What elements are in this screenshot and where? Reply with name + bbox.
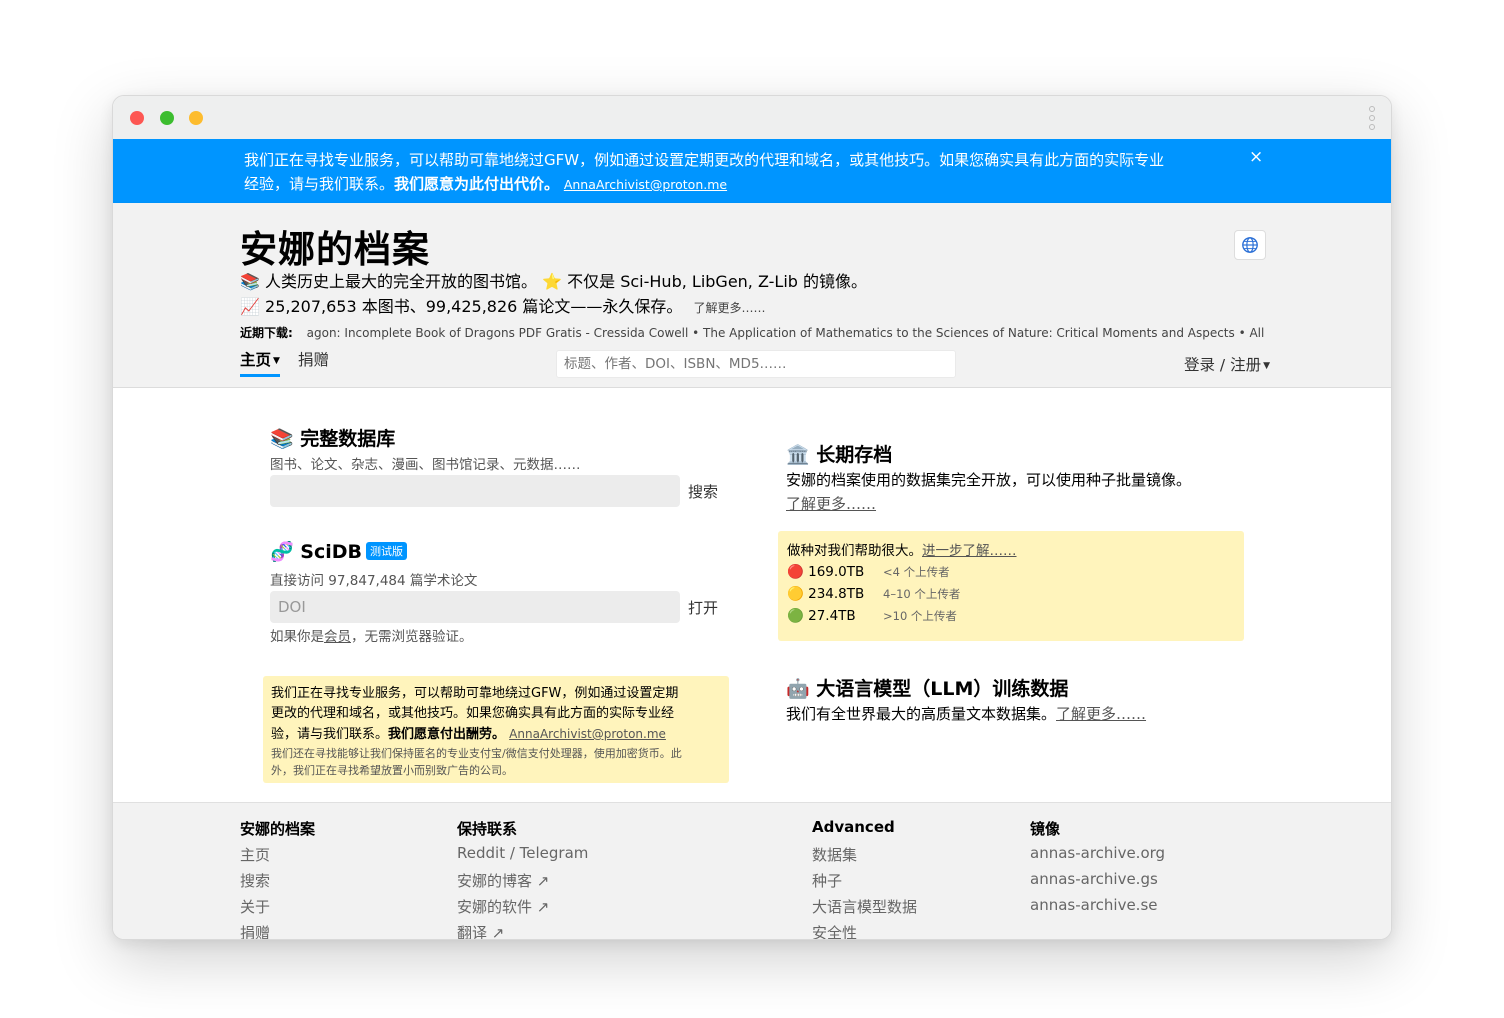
footer-col-title: 镜像 xyxy=(1030,820,1061,838)
star-icon: ⭐️ xyxy=(542,272,563,291)
footer-link-mirror-se[interactable]: annas-archive.se xyxy=(1030,896,1165,922)
recent-downloads: 近期下载: agon: Incomplete Book of Dragons P… xyxy=(240,324,1275,341)
recent-downloads-label: 近期下载: xyxy=(240,326,293,340)
site-header: 安娜的档案 📚 人类历史上最大的完全开放的图书馆。 ⭐️ 不仅是 Sci-Hub… xyxy=(113,203,1391,388)
footer-link-torrents[interactable]: 种子 xyxy=(812,870,917,896)
archive-learn-more-link[interactable]: 了解更多…… xyxy=(786,493,876,514)
beta-badge: 测试版 xyxy=(366,542,408,560)
footer-link-software[interactable]: 安娜的软件 ↗ xyxy=(457,896,588,922)
tagline-2: 📈 25,207,653 本图书、99,425,826 篇论文——永久保存。 了… xyxy=(240,297,766,316)
footer-link-datasets[interactable]: 数据集 xyxy=(812,844,917,870)
footer-link-security[interactable]: 安全性 xyxy=(812,922,917,939)
footer-col-title: 保持联系 xyxy=(457,820,518,838)
scidb-title: 🧬 SciDB 测试版 xyxy=(270,540,408,563)
window-menu-icon[interactable] xyxy=(1369,106,1377,130)
gfw-banner: 我们正在寻找专业服务，可以帮助可靠地绕过GFW，例如通过设置定期更改的代理和域名… xyxy=(113,139,1391,203)
classical-building-icon: 🏛️ xyxy=(786,444,810,466)
footer-link-mirror-org[interactable]: annas-archive.org xyxy=(1030,844,1165,870)
full-db-search-input[interactable] xyxy=(270,475,680,507)
footer-link-mirror-gs[interactable]: annas-archive.gs xyxy=(1030,870,1165,896)
llm-learn-more-link[interactable]: 了解更多…… xyxy=(1056,705,1146,723)
header-search-input[interactable] xyxy=(556,350,956,378)
banner-email-link[interactable]: AnnaArchivist@proton.me xyxy=(564,177,727,192)
red-circle-icon: 🔴 xyxy=(787,564,804,580)
chart-up-icon: 📈 xyxy=(240,297,260,316)
banner-close-icon[interactable]: × xyxy=(1249,147,1263,167)
maximize-window-icon[interactable] xyxy=(160,111,174,125)
gfw-notice-small: 我们还在寻找能够让我们保持匿名的专业支付宝/微信支付处理器，使用加密货币。此 外… xyxy=(271,747,682,777)
chevron-down-icon: ▼ xyxy=(1263,361,1270,371)
dna-icon: 🧬 xyxy=(270,541,294,563)
green-circle-icon: 🟢 xyxy=(787,608,804,624)
scidb-subtitle: 直接访问 97,847,484 篇学术论文 xyxy=(270,573,478,589)
main-nav: 主页 ▼ 捐赠 xyxy=(240,348,329,378)
footer-link-translate[interactable]: 翻译 ↗ xyxy=(457,922,588,939)
books-icon: 📚 xyxy=(240,272,260,291)
footer-col-archive: 安娜的档案 主页 搜索 关于 捐赠 xyxy=(240,818,316,939)
footer-link-home[interactable]: 主页 xyxy=(240,844,315,870)
chevron-down-icon: ▼ xyxy=(273,356,280,366)
scidb-member-note: 如果你是会员，无需浏览器验证。 xyxy=(270,629,473,645)
site-title[interactable]: 安娜的档案 xyxy=(240,219,430,273)
scidb-open-button[interactable]: 打开 xyxy=(688,597,718,618)
full-db-subtitle: 图书、论文、杂志、漫画、图书馆记录、元数据…… xyxy=(270,457,581,473)
browser-window: 我们正在寻找专业服务，可以帮助可靠地绕过GFW，例如通过设置定期更改的代理和域名… xyxy=(112,95,1392,940)
seeding-box: 做种对我们帮助很大。进一步了解…… 🔴 169.0TB <4 个上传者 🟡 234… xyxy=(778,531,1244,641)
archive-text: 安娜的档案使用的数据集完全开放，可以使用种子批量镜像。 xyxy=(786,471,1192,489)
gfw-notice-box: 我们正在寻找专业服务，可以帮助可靠地绕过GFW，例如通过设置定期 更改的代理和域… xyxy=(263,676,729,783)
footer-link-reddit-telegram[interactable]: Reddit / Telegram xyxy=(457,844,588,870)
tagline-1: 📚 人类历史上最大的完全开放的图书馆。 ⭐️ 不仅是 Sci-Hub, LibG… xyxy=(240,272,868,291)
books-icon: 📚 xyxy=(270,428,294,450)
seeding-learn-more-link[interactable]: 进一步了解…… xyxy=(922,543,1017,559)
footer-col-advanced: Advanced 数据集 种子 大语言模型数据 安全性 xyxy=(812,818,917,939)
footer-link-search[interactable]: 搜索 xyxy=(240,870,315,896)
site-footer: 安娜的档案 主页 搜索 关于 捐赠 保持联系 Reddit / Telegram… xyxy=(113,802,1391,939)
window-titlebar xyxy=(113,96,1391,139)
nav-home[interactable]: 主页 ▼ xyxy=(240,348,280,377)
footer-col-contact: 保持联系 Reddit / Telegram 安娜的博客 ↗ 安娜的软件 ↗ 翻… xyxy=(457,818,588,939)
close-window-icon[interactable] xyxy=(130,111,144,125)
gfw-notice-text: 我们正在寻找专业服务，可以帮助可靠地绕过GFW，例如通过设置定期 更改的代理和域… xyxy=(271,686,679,742)
globe-icon xyxy=(1242,237,1258,253)
nav-donate[interactable]: 捐赠 xyxy=(298,348,329,378)
main-content: 📚 完整数据库 图书、论文、杂志、漫画、图书馆记录、元数据…… 搜索 🧬 Sci… xyxy=(113,388,1391,802)
recent-downloads-ticker[interactable]: agon: Incomplete Book of Dragons PDF Gra… xyxy=(307,326,1265,340)
full-db-title: 📚 完整数据库 xyxy=(270,428,396,450)
llm-text: 我们有全世界最大的高质量文本数据集。了解更多…… xyxy=(786,705,1147,723)
member-link[interactable]: 会员 xyxy=(324,629,351,645)
footer-link-llm-data[interactable]: 大语言模型数据 xyxy=(812,896,917,922)
seeding-row[interactable]: 🟢 27.4TB >10 个上传者 xyxy=(787,605,1235,627)
yellow-circle-icon: 🟡 xyxy=(787,586,804,602)
minimize-window-icon[interactable] xyxy=(189,111,203,125)
seeding-row[interactable]: 🔴 169.0TB <4 个上传者 xyxy=(787,561,1235,583)
notice-email-link[interactable]: AnnaArchivist@proton.me xyxy=(509,727,666,741)
full-db-search-button[interactable]: 搜索 xyxy=(688,481,718,502)
robot-icon: 🤖 xyxy=(786,678,810,700)
banner-text: 我们正在寻找专业服务，可以帮助可靠地绕过GFW，例如通过设置定期更改的代理和域名… xyxy=(244,151,1165,193)
footer-link-blog[interactable]: 安娜的博客 ↗ xyxy=(457,870,588,896)
footer-link-donate[interactable]: 捐赠 xyxy=(240,922,315,939)
login-register-link[interactable]: 登录 / 注册 ▼ xyxy=(1184,353,1270,375)
footer-col-mirrors: 镜像 annas-archive.org annas-archive.gs an… xyxy=(1030,818,1165,922)
language-globe-button[interactable] xyxy=(1234,230,1266,260)
doi-input[interactable]: DOI xyxy=(270,591,680,623)
seeding-row[interactable]: 🟡 234.8TB 4–10 个上传者 xyxy=(787,583,1235,605)
seeding-header: 做种对我们帮助很大。进一步了解…… xyxy=(787,543,1017,559)
learn-more-link[interactable]: 了解更多…… xyxy=(694,301,766,315)
footer-link-about[interactable]: 关于 xyxy=(240,896,315,922)
archive-title: 🏛️ 长期存档 xyxy=(786,444,893,466)
footer-col-title: 安娜的档案 xyxy=(240,820,316,838)
footer-col-title: Advanced xyxy=(812,818,895,836)
llm-title: 🤖 大语言模型（LLM）训练数据 xyxy=(786,678,1069,700)
